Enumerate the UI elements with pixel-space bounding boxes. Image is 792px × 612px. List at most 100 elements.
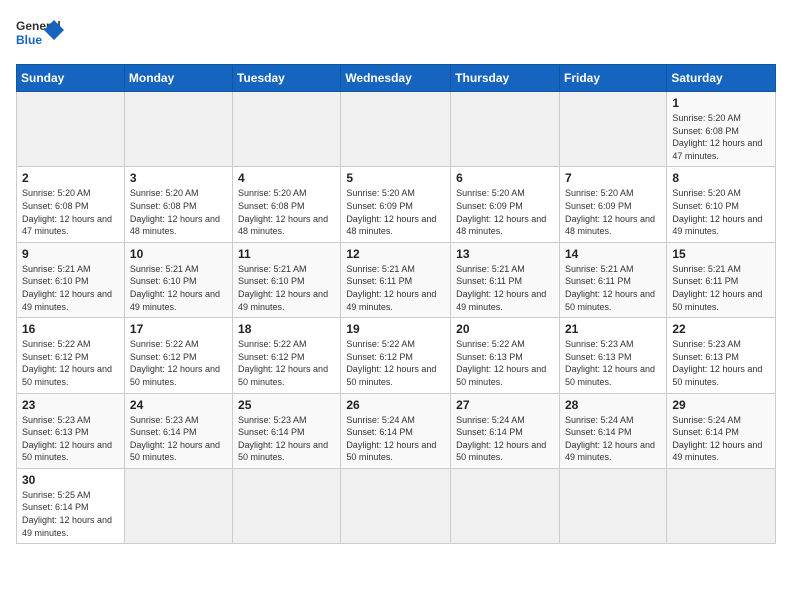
day-info: Sunrise: 5:23 AM Sunset: 6:14 PM Dayligh… [130, 414, 227, 464]
calendar-cell: 11 Sunrise: 5:21 AM Sunset: 6:10 PM Dayli… [233, 242, 341, 317]
day-number: 5 [346, 171, 445, 185]
day-info: Sunrise: 5:20 AM Sunset: 6:08 PM Dayligh… [672, 112, 770, 162]
day-info: Sunrise: 5:23 AM Sunset: 6:13 PM Dayligh… [672, 338, 770, 388]
calendar-cell: 4Sunrise: 5:20 AM Sunset: 6:08 PM Daylig… [233, 167, 341, 242]
day-info: Sunrise: 5:23 AM Sunset: 6:13 PM Dayligh… [565, 338, 661, 388]
calendar-cell: 14 Sunrise: 5:21 AM Sunset: 6:11 PM Dayli… [559, 242, 666, 317]
calendar-cell [17, 92, 125, 167]
day-info: Sunrise: 5:20 AM Sunset: 6:08 PM Dayligh… [238, 187, 335, 237]
calendar-week-row: 1 Sunrise: 5:20 AM Sunset: 6:08 PM Daylig… [17, 92, 776, 167]
calendar-cell [233, 468, 341, 543]
calendar-week-row: 16 Sunrise: 5:22 AM Sunset: 6:12 PM Dayli… [17, 318, 776, 393]
day-number: 14 [565, 247, 661, 261]
day-number: 24 [130, 398, 227, 412]
day-info: Sunrise: 5:23 AM Sunset: 6:14 PM Dayligh… [238, 414, 335, 464]
calendar-cell [233, 92, 341, 167]
calendar-cell: 2Sunrise: 5:20 AM Sunset: 6:08 PM Daylig… [17, 167, 125, 242]
calendar-cell: 10Sunrise: 5:21 AM Sunset: 6:10 PM Dayli… [124, 242, 232, 317]
day-number: 13 [456, 247, 554, 261]
day-info: Sunrise: 5:20 AM Sunset: 6:09 PM Dayligh… [456, 187, 554, 237]
day-number: 28 [565, 398, 661, 412]
calendar-cell [451, 92, 560, 167]
calendar-cell: 12 Sunrise: 5:21 AM Sunset: 6:11 PM Dayli… [341, 242, 451, 317]
day-number: 12 [346, 247, 445, 261]
calendar-cell: 15Sunrise: 5:21 AM Sunset: 6:11 PM Dayli… [667, 242, 776, 317]
day-number: 7 [565, 171, 661, 185]
day-number: 21 [565, 322, 661, 336]
calendar-cell: 17Sunrise: 5:22 AM Sunset: 6:12 PM Dayli… [124, 318, 232, 393]
weekday-header-thursday: Thursday [451, 65, 560, 92]
day-info: Sunrise: 5:22 AM Sunset: 6:12 PM Dayligh… [238, 338, 335, 388]
calendar-cell [341, 468, 451, 543]
calendar-cell: 23 Sunrise: 5:23 AM Sunset: 6:13 PM Dayli… [17, 393, 125, 468]
day-number: 10 [130, 247, 227, 261]
day-number: 23 [22, 398, 119, 412]
day-number: 26 [346, 398, 445, 412]
day-info: Sunrise: 5:21 AM Sunset: 6:11 PM Dayligh… [456, 263, 554, 313]
calendar-cell: 18 Sunrise: 5:22 AM Sunset: 6:12 PM Dayli… [233, 318, 341, 393]
day-number: 15 [672, 247, 770, 261]
day-info: Sunrise: 5:22 AM Sunset: 6:13 PM Dayligh… [456, 338, 554, 388]
day-info: Sunrise: 5:22 AM Sunset: 6:12 PM Dayligh… [130, 338, 227, 388]
calendar-cell: 24 Sunrise: 5:23 AM Sunset: 6:14 PM Dayli… [124, 393, 232, 468]
day-info: Sunrise: 5:20 AM Sunset: 6:08 PM Dayligh… [130, 187, 227, 237]
day-info: Sunrise: 5:21 AM Sunset: 6:11 PM Dayligh… [346, 263, 445, 313]
day-number: 30 [22, 473, 119, 487]
calendar-cell: 20 Sunrise: 5:22 AM Sunset: 6:13 PM Dayli… [451, 318, 560, 393]
calendar-cell: 6Sunrise: 5:20 AM Sunset: 6:09 PM Daylig… [451, 167, 560, 242]
day-info: Sunrise: 5:24 AM Sunset: 6:14 PM Dayligh… [456, 414, 554, 464]
day-info: Sunrise: 5:20 AM Sunset: 6:09 PM Dayligh… [565, 187, 661, 237]
calendar-cell: 29Sunrise: 5:24 AM Sunset: 6:14 PM Dayli… [667, 393, 776, 468]
day-info: Sunrise: 5:20 AM Sunset: 6:08 PM Dayligh… [22, 187, 119, 237]
calendar-cell: 22 Sunrise: 5:23 AM Sunset: 6:13 PM Dayli… [667, 318, 776, 393]
calendar-cell: 13 Sunrise: 5:21 AM Sunset: 6:11 PM Dayli… [451, 242, 560, 317]
day-info: Sunrise: 5:23 AM Sunset: 6:13 PM Dayligh… [22, 414, 119, 464]
calendar-week-row: 23 Sunrise: 5:23 AM Sunset: 6:13 PM Dayli… [17, 393, 776, 468]
day-info: Sunrise: 5:21 AM Sunset: 6:10 PM Dayligh… [22, 263, 119, 313]
calendar-week-row: 2Sunrise: 5:20 AM Sunset: 6:08 PM Daylig… [17, 167, 776, 242]
calendar-cell: 8 Sunrise: 5:20 AM Sunset: 6:10 PM Daylig… [667, 167, 776, 242]
day-number: 27 [456, 398, 554, 412]
calendar-cell: 25Sunrise: 5:23 AM Sunset: 6:14 PM Dayli… [233, 393, 341, 468]
day-info: Sunrise: 5:22 AM Sunset: 6:12 PM Dayligh… [22, 338, 119, 388]
calendar-cell: 3Sunrise: 5:20 AM Sunset: 6:08 PM Daylig… [124, 167, 232, 242]
day-info: Sunrise: 5:21 AM Sunset: 6:11 PM Dayligh… [565, 263, 661, 313]
day-number: 11 [238, 247, 335, 261]
calendar-cell [124, 92, 232, 167]
weekday-header-row: SundayMondayTuesdayWednesdayThursdayFrid… [17, 65, 776, 92]
day-info: Sunrise: 5:24 AM Sunset: 6:14 PM Dayligh… [672, 414, 770, 464]
day-info: Sunrise: 5:24 AM Sunset: 6:14 PM Dayligh… [565, 414, 661, 464]
calendar-cell [667, 468, 776, 543]
day-info: Sunrise: 5:20 AM Sunset: 6:10 PM Dayligh… [672, 187, 770, 237]
day-number: 16 [22, 322, 119, 336]
day-info: Sunrise: 5:21 AM Sunset: 6:10 PM Dayligh… [238, 263, 335, 313]
calendar-cell: 26 Sunrise: 5:24 AM Sunset: 6:14 PM Dayli… [341, 393, 451, 468]
logo: GeneralBlue [16, 16, 66, 54]
calendar-cell: 1 Sunrise: 5:20 AM Sunset: 6:08 PM Daylig… [667, 92, 776, 167]
day-number: 8 [672, 171, 770, 185]
calendar-cell: 7 Sunrise: 5:20 AM Sunset: 6:09 PM Daylig… [559, 167, 666, 242]
calendar-cell: 9Sunrise: 5:21 AM Sunset: 6:10 PM Daylig… [17, 242, 125, 317]
weekday-header-saturday: Saturday [667, 65, 776, 92]
day-info: Sunrise: 5:24 AM Sunset: 6:14 PM Dayligh… [346, 414, 445, 464]
calendar-cell: 27 Sunrise: 5:24 AM Sunset: 6:14 PM Dayli… [451, 393, 560, 468]
day-number: 1 [672, 96, 770, 110]
calendar-cell: 16 Sunrise: 5:22 AM Sunset: 6:12 PM Dayli… [17, 318, 125, 393]
day-number: 22 [672, 322, 770, 336]
day-number: 18 [238, 322, 335, 336]
calendar-week-row: 9Sunrise: 5:21 AM Sunset: 6:10 PM Daylig… [17, 242, 776, 317]
logo-svg: GeneralBlue [16, 16, 66, 54]
weekday-header-monday: Monday [124, 65, 232, 92]
weekday-header-sunday: Sunday [17, 65, 125, 92]
day-number: 19 [346, 322, 445, 336]
calendar-cell: 30 Sunrise: 5:25 AM Sunset: 6:14 PM Dayli… [17, 468, 125, 543]
day-info: Sunrise: 5:25 AM Sunset: 6:14 PM Dayligh… [22, 489, 119, 539]
calendar-cell [559, 92, 666, 167]
weekday-header-wednesday: Wednesday [341, 65, 451, 92]
calendar-cell [341, 92, 451, 167]
calendar-cell [451, 468, 560, 543]
calendar-cell [124, 468, 232, 543]
day-number: 20 [456, 322, 554, 336]
day-info: Sunrise: 5:22 AM Sunset: 6:12 PM Dayligh… [346, 338, 445, 388]
calendar-table: SundayMondayTuesdayWednesdayThursdayFrid… [16, 64, 776, 544]
